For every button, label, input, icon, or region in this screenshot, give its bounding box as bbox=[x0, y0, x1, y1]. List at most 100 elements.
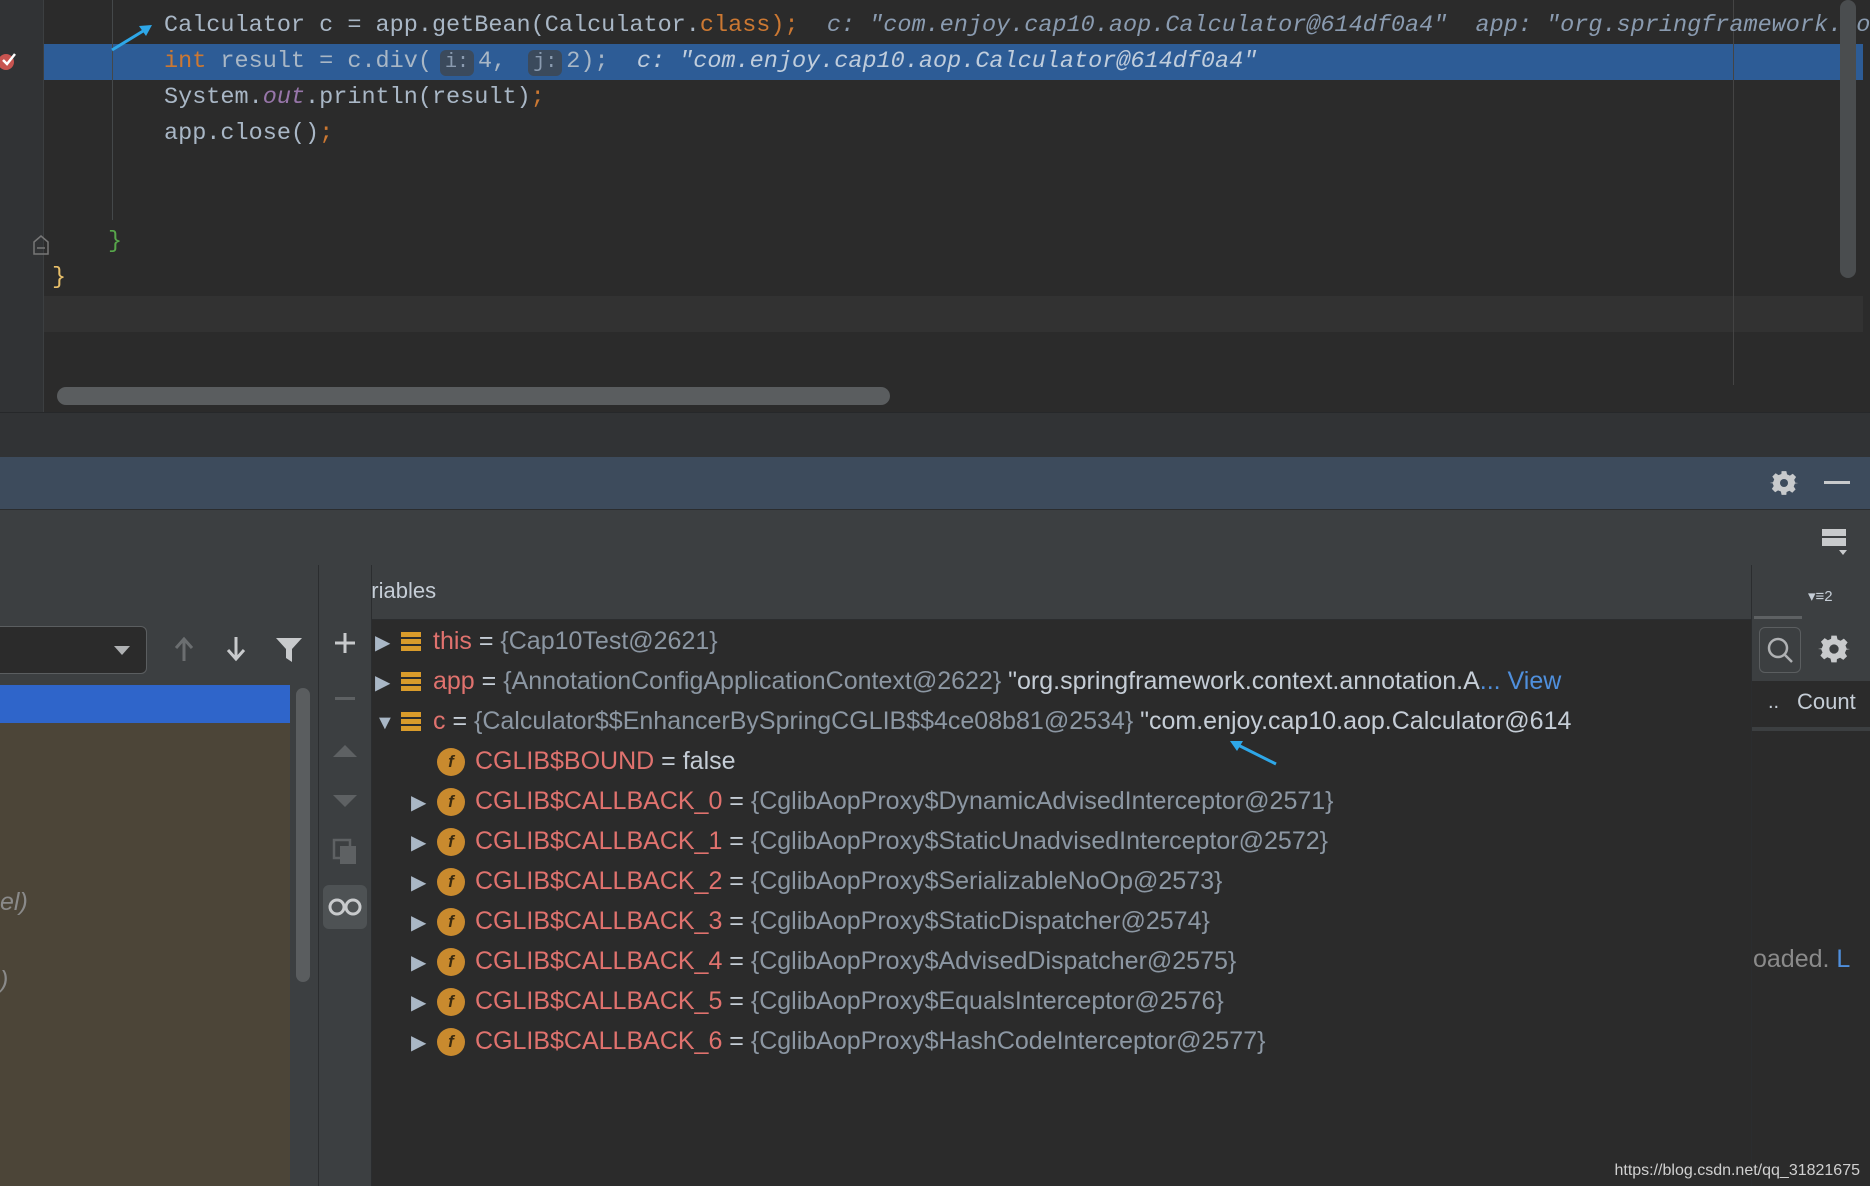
column-header-count[interactable]: Count bbox=[1797, 689, 1856, 715]
code-line[interactable]: System.out.println(result); bbox=[164, 80, 545, 116]
equals-sign: = bbox=[722, 947, 751, 975]
equals-sign: = bbox=[722, 867, 751, 895]
variable-row[interactable]: ▶ f CGLIB$CALLBACK_6 = {CglibAopProxy$Hash… bbox=[411, 1023, 1265, 1059]
variable-icon bbox=[401, 632, 423, 652]
variable-name: CGLIB$CALLBACK_3 bbox=[475, 907, 723, 935]
move-down-icon[interactable] bbox=[331, 791, 359, 811]
variable-row[interactable]: ▶ app = {AnnotationConfigApplicationConte… bbox=[375, 663, 1561, 699]
inline-debug-value: c: "com.enjoy.cap10.aop.Calculator@614df… bbox=[608, 48, 1258, 75]
expand-triangle-icon[interactable]: ▶ bbox=[375, 665, 401, 701]
equals-sign: = bbox=[722, 787, 751, 815]
variables-tree[interactable]: ▶ this = {Cap10Test@2621} ▶ app = {Annotati… bbox=[370, 565, 1751, 1186]
closing-brace-class: } bbox=[52, 264, 67, 291]
thread-selector[interactable] bbox=[0, 626, 147, 674]
layout-icon[interactable] bbox=[1820, 526, 1850, 556]
variable-name: CGLIB$CALLBACK_0 bbox=[475, 787, 723, 815]
frame-item-selected[interactable] bbox=[0, 685, 290, 723]
gear-icon[interactable] bbox=[1769, 468, 1799, 498]
plus-icon[interactable] bbox=[331, 629, 359, 657]
code-line[interactable]: app.close(); bbox=[164, 116, 333, 152]
code-editor[interactable]: Calculator c = app.getBean(Calculator.cl… bbox=[0, 0, 1870, 412]
arrow-up-icon[interactable] bbox=[170, 634, 198, 664]
variable-row[interactable]: ▶ f CGLIB$CALLBACK_0 = {CglibAopProxy$Dyna… bbox=[411, 783, 1334, 819]
variable-value: {CglibAopProxy$AdvisedDispatcher@2575} bbox=[750, 947, 1237, 975]
horizontal-scrollbar-thumb[interactable] bbox=[57, 387, 890, 405]
variable-name: CGLIB$CALLBACK_6 bbox=[475, 1027, 723, 1055]
expand-triangle-icon[interactable]: ▶ bbox=[411, 985, 437, 1021]
variable-name: CGLIB$CALLBACK_2 bbox=[475, 867, 723, 895]
panel-splitter[interactable] bbox=[0, 412, 1870, 458]
watch-count-badge[interactable]: ▾≡2 bbox=[1808, 587, 1833, 605]
equals-sign: = bbox=[722, 1027, 751, 1055]
expand-triangle-icon[interactable]: ▶ bbox=[411, 825, 437, 861]
variable-value: {CglibAopProxy$StaticUnadvisedIntercepto… bbox=[750, 827, 1328, 855]
variable-value: {CglibAopProxy$DynamicAdvisedInterceptor… bbox=[750, 787, 1334, 815]
right-margin-guide bbox=[1733, 0, 1734, 385]
variable-row[interactable]: f CGLIB$BOUND = false bbox=[411, 743, 736, 779]
load-link[interactable]: L bbox=[1836, 945, 1850, 973]
field-icon: f bbox=[437, 1028, 465, 1057]
minimize-icon[interactable] bbox=[1824, 481, 1850, 484]
code-line[interactable]: int result = c.div(i: 4, j: 2); c: "com.en… bbox=[164, 44, 1257, 80]
field-icon: f bbox=[437, 988, 465, 1017]
glasses-icon bbox=[328, 898, 362, 916]
column-header-dots[interactable]: .. bbox=[1768, 691, 1779, 714]
expand-triangle-icon[interactable]: ▶ bbox=[411, 785, 437, 821]
code-token: 2); bbox=[566, 48, 609, 75]
variable-string-value: "com.enjoy.cap10.aop.Calculator@614 bbox=[1133, 707, 1572, 735]
show-watches-toggle[interactable] bbox=[323, 885, 367, 929]
field-icon: f bbox=[437, 908, 465, 937]
collapse-triangle-icon[interactable]: ▼ bbox=[375, 705, 401, 741]
field-icon: f bbox=[437, 868, 465, 897]
variable-value: {CglibAopProxy$SerializableNoOp@2573} bbox=[750, 867, 1223, 895]
search-icon bbox=[1767, 637, 1793, 663]
expand-triangle-icon[interactable]: ▶ bbox=[411, 1025, 437, 1061]
debug-tool-window-header bbox=[0, 457, 1870, 509]
parameter-hint: i: bbox=[439, 50, 474, 76]
arrow-down-icon[interactable] bbox=[222, 634, 250, 664]
watermark: https://blog.csdn.net/qq_31821675 bbox=[1614, 1162, 1860, 1179]
frames-list[interactable] bbox=[0, 685, 290, 1186]
variable-name: CGLIB$CALLBACK_4 bbox=[475, 947, 723, 975]
chevron-down-icon bbox=[114, 646, 130, 655]
expand-triangle-icon[interactable]: ▶ bbox=[411, 865, 437, 901]
search-button[interactable] bbox=[1759, 627, 1801, 673]
variable-row[interactable]: ▶ f CGLIB$CALLBACK_3 = {CglibAopProxy$Stat… bbox=[411, 903, 1210, 939]
variable-name: this bbox=[433, 627, 472, 655]
frames-scrollbar-thumb[interactable] bbox=[296, 688, 310, 982]
frame-item[interactable]: ) bbox=[0, 966, 8, 995]
code-line[interactable]: Calculator c = app.getBean(Calculator.cl… bbox=[164, 8, 1870, 44]
frame-item[interactable]: el) bbox=[0, 888, 28, 917]
equals-sign: = bbox=[722, 987, 751, 1015]
editor-gutter[interactable] bbox=[0, 0, 49, 412]
variable-row[interactable]: ▶ this = {Cap10Test@2621} bbox=[375, 623, 718, 659]
equals-sign: = bbox=[471, 627, 501, 655]
variable-value: {AnnotationConfigApplicationContext@2622… bbox=[503, 667, 1002, 695]
variable-row[interactable]: ▶ f CGLIB$CALLBACK_4 = {CglibAopProxy$Advi… bbox=[411, 943, 1236, 979]
expand-triangle-icon[interactable]: ▶ bbox=[411, 905, 437, 941]
breakpoint-icon[interactable] bbox=[0, 50, 18, 72]
filter-icon[interactable] bbox=[274, 636, 304, 664]
gear-icon[interactable] bbox=[1818, 633, 1850, 665]
copy-icon[interactable] bbox=[331, 837, 359, 867]
expand-triangle-icon[interactable]: ▶ bbox=[375, 625, 401, 661]
view-link[interactable]: ... View bbox=[1480, 667, 1562, 695]
expand-triangle-icon[interactable]: ▶ bbox=[411, 945, 437, 981]
variable-row[interactable]: ▼ c = {Calculator$$EnhancerBySpringCGLIB$… bbox=[375, 703, 1571, 739]
variable-name: CGLIB$CALLBACK_5 bbox=[475, 987, 723, 1015]
fold-icon[interactable] bbox=[32, 234, 50, 256]
annotation-arrow-icon bbox=[111, 25, 152, 52]
move-up-icon[interactable] bbox=[331, 741, 359, 761]
variable-icon bbox=[401, 672, 423, 692]
code-token: app.close() bbox=[164, 120, 320, 147]
variable-row[interactable]: ▶ f CGLIB$CALLBACK_5 = {CglibAopProxy$Equa… bbox=[411, 983, 1224, 1019]
variable-row[interactable]: ▶ f CGLIB$CALLBACK_1 = {CglibAopProxy$Stat… bbox=[411, 823, 1328, 859]
equals-sign: = bbox=[445, 707, 474, 735]
field-icon: f bbox=[437, 948, 465, 977]
vertical-scrollbar-thumb[interactable] bbox=[1840, 0, 1856, 278]
variable-row[interactable]: ▶ f CGLIB$CALLBACK_2 = {CglibAopProxy$Seri… bbox=[411, 863, 1222, 899]
code-token: ; bbox=[530, 84, 545, 111]
minus-icon[interactable] bbox=[335, 697, 355, 700]
variable-string-value: "org.springframework.context.annotation.… bbox=[1001, 667, 1480, 695]
variable-value: {CglibAopProxy$EqualsInterceptor@2576} bbox=[750, 987, 1224, 1015]
